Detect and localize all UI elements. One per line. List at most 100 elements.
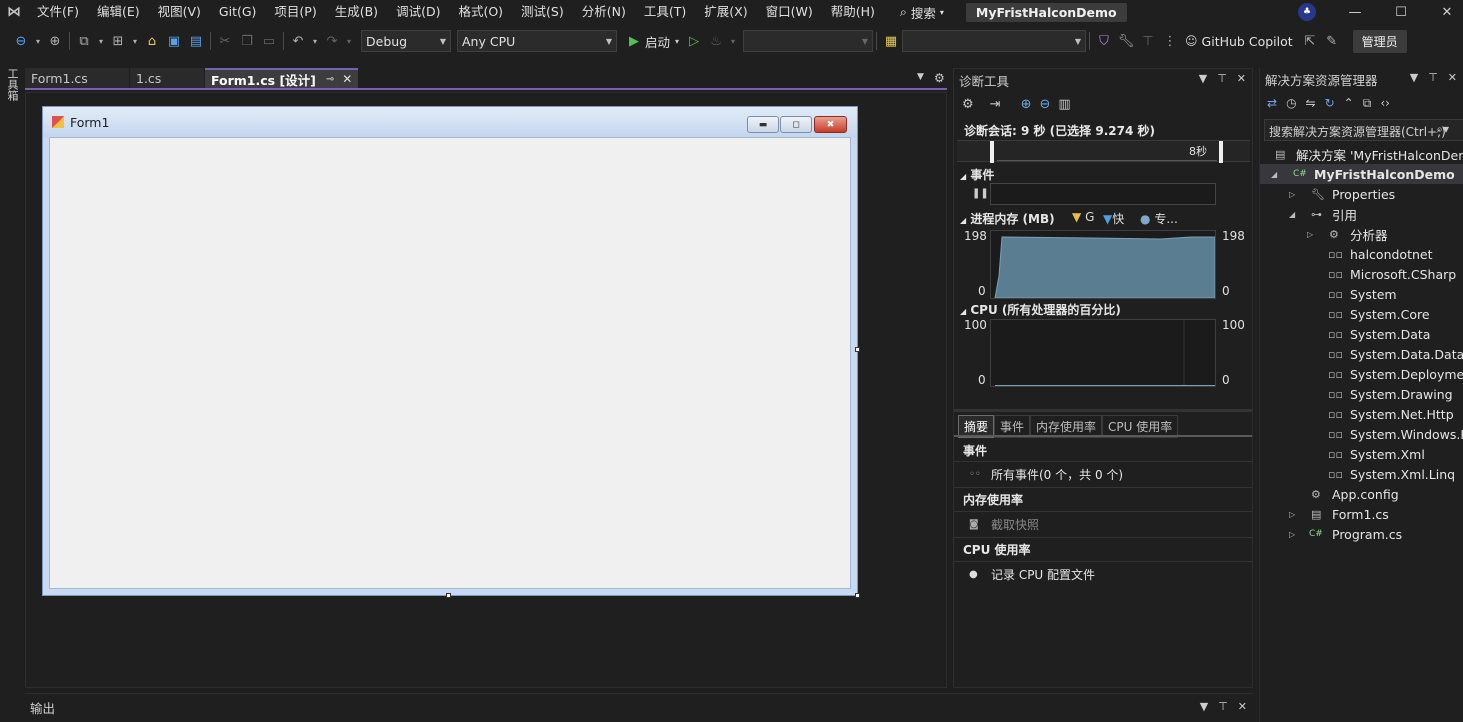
panel-dropdown-icon[interactable]: ▼ — [1199, 72, 1207, 85]
chart-settings-icon[interactable]: ▥ — [1058, 97, 1070, 112]
summary-events-item[interactable]: ◦◦ 所有事件(0 个，共 0 个) — [954, 461, 1252, 487]
chevron-down-icon[interactable]: ▾ — [727, 30, 739, 52]
view-code-icon[interactable]: ‹› — [1380, 96, 1390, 111]
panel-dropdown-icon[interactable]: ▼ — [1410, 71, 1418, 84]
pin-icon[interactable]: ⊤ — [1218, 700, 1228, 713]
timeline-end-handle[interactable] — [1219, 141, 1223, 163]
take-snapshot-item[interactable]: ◙ 截取快照 — [954, 511, 1252, 537]
close-window-button[interactable]: ✕ — [1427, 0, 1463, 24]
paste-icon[interactable]: ▭ — [258, 30, 280, 52]
start-without-debugging-icon[interactable]: ▷ — [683, 30, 705, 52]
feedback-icon[interactable]: ✎ — [1321, 30, 1343, 52]
tree-form1-node[interactable]: ▷ ▤ Form1.cs — [1260, 504, 1463, 524]
tree-analyzers-node[interactable]: ▷ ⚙ 分析器 — [1260, 224, 1463, 244]
pin-icon[interactable]: ⊤ — [1428, 71, 1438, 84]
startup-item-select[interactable]: ▼ — [902, 30, 1087, 52]
pin-icon[interactable]: ⊤ — [1217, 72, 1227, 85]
refresh-icon[interactable]: ↻ — [1325, 96, 1335, 111]
menu-help[interactable]: 帮助(H) — [822, 1, 884, 23]
form-designer-window[interactable]: Form1 ▬ ◻ ✖ — [42, 106, 858, 596]
tab-form1-designer[interactable]: Form1.cs [设计] ⊸ ✕ — [205, 68, 359, 88]
tree-reference-item[interactable]: ▫▫ System.Data.DataSetExtensions — [1260, 344, 1463, 364]
close-icon[interactable]: ✕ — [1238, 700, 1247, 713]
collapsed-icon[interactable]: ▷ — [1289, 190, 1295, 199]
collapsed-icon[interactable]: ▷ — [1307, 230, 1313, 239]
pin-icon[interactable]: ⊸ — [326, 74, 334, 85]
toolbar-overflow-icon[interactable]: ⋮ — [1159, 30, 1181, 52]
sync-icon[interactable]: ⇋ — [1306, 96, 1316, 111]
hot-reload-icon[interactable]: ♨ — [705, 30, 727, 52]
session-timeline[interactable]: 8秒 — [957, 140, 1250, 163]
diagnostics-icon[interactable]: ⛉ — [1093, 30, 1115, 52]
chevron-down-icon[interactable]: ▾ — [95, 30, 107, 52]
cut-icon[interactable]: ✂ — [214, 30, 236, 52]
toolbox-tab[interactable]: 工具箱 — [4, 68, 20, 101]
cpu-section-title[interactable]: ◢ CPU (所有处理器的百分比) — [960, 301, 1121, 318]
timeline-start-handle[interactable] — [990, 141, 994, 163]
events-section-title[interactable]: ◢ 事件 — [960, 166, 994, 183]
resize-handle-corner[interactable] — [855, 593, 860, 598]
resize-handle-right[interactable] — [855, 347, 860, 352]
menu-git[interactable]: Git(G) — [210, 1, 266, 23]
tree-reference-item[interactable]: ▫▫ System.Drawing — [1260, 384, 1463, 404]
solution-configuration-select[interactable]: Debug ▼ — [361, 30, 451, 52]
breakpoint-icon[interactable]: ⊤ — [1137, 30, 1159, 52]
minimize-window-button[interactable]: — — [1335, 0, 1375, 24]
switch-views-icon[interactable]: ⇄ — [1267, 96, 1277, 111]
tab-form1-cs[interactable]: Form1.cs — [25, 68, 129, 88]
save-icon[interactable]: ▣ — [163, 30, 185, 52]
copy-icon[interactable]: ❐ — [236, 30, 258, 52]
chevron-down-icon[interactable]: ▾ — [343, 30, 355, 52]
zoom-out-icon[interactable]: ⊖ — [1039, 97, 1050, 112]
tab-list-dropdown-icon[interactable]: ▼ — [917, 72, 924, 82]
tree-reference-item[interactable]: ▫▫ halcondotnet — [1260, 244, 1463, 264]
form-title-bar[interactable]: Form1 — [43, 107, 857, 137]
tree-reference-item[interactable]: ▫▫ System.Deployment — [1260, 364, 1463, 384]
collapsed-icon[interactable]: ▷ — [1289, 530, 1295, 539]
navigate-forward-icon[interactable]: ⊕ — [44, 30, 66, 52]
tree-reference-item[interactable]: ▫▫ System.Data — [1260, 324, 1463, 344]
menu-project[interactable]: 项目(P) — [265, 1, 325, 23]
menu-format[interactable]: 格式(O) — [449, 1, 512, 23]
menu-test[interactable]: 测试(S) — [512, 1, 573, 23]
solution-search-input[interactable]: 搜索解决方案资源管理器(Ctrl+;) ⌕▾ — [1264, 119, 1463, 141]
expanded-icon[interactable]: ◢ — [1271, 170, 1277, 179]
show-all-files-icon[interactable]: ⧉ — [1363, 96, 1372, 111]
menu-edit[interactable]: 编辑(E) — [88, 1, 149, 23]
splitter[interactable] — [954, 409, 1252, 412]
user-avatar[interactable]: ♣ — [1298, 3, 1316, 21]
open-file-icon[interactable]: ⌂ — [141, 30, 163, 52]
chevron-down-icon[interactable]: ▾ — [309, 30, 321, 52]
share-icon[interactable]: ⇱ — [1299, 30, 1321, 52]
undo-icon[interactable]: ↶ — [287, 30, 309, 52]
tree-properties-node[interactable]: ▷ 🔧︎ Properties — [1260, 184, 1463, 204]
menu-tools[interactable]: 工具(T) — [635, 1, 695, 23]
redo-icon[interactable]: ↷ — [321, 30, 343, 52]
resize-handle-bottom[interactable] — [446, 593, 451, 598]
menu-build[interactable]: 生成(B) — [326, 1, 387, 23]
global-search-button[interactable]: ⌕ 搜索 ▾ — [892, 3, 952, 22]
github-copilot-button[interactable]: ☺ GitHub Copilot — [1185, 34, 1293, 49]
menu-window[interactable]: 窗口(W) — [757, 1, 822, 23]
menu-analyze[interactable]: 分析(N) — [573, 1, 635, 23]
collapse-all-icon[interactable]: ⌃ — [1344, 96, 1354, 111]
tree-reference-item[interactable]: ▫▫ System — [1260, 284, 1463, 304]
gear-icon[interactable]: ⚙ — [934, 71, 945, 85]
menu-view[interactable]: 视图(V) — [149, 1, 210, 23]
add-item-icon[interactable]: ⊞ — [107, 30, 129, 52]
tree-reference-item[interactable]: ▫▫ System.Xml — [1260, 444, 1463, 464]
chevron-down-icon[interactable]: ▾ — [32, 30, 44, 52]
wrench-icon[interactable]: 🔧︎ — [1115, 30, 1137, 52]
pending-changes-icon[interactable]: ◷ — [1286, 96, 1296, 111]
panel-dropdown-icon[interactable]: ▼ — [1200, 700, 1208, 713]
tree-reference-item[interactable]: ▫▫ System.Core — [1260, 304, 1463, 324]
navigate-back-icon[interactable]: ⊖ — [10, 30, 32, 52]
solution-folder-icon[interactable]: ▦ — [880, 30, 902, 52]
tree-reference-item[interactable]: ▫▫ System.Net.Http — [1260, 404, 1463, 424]
debug-target-select[interactable]: ▼ — [743, 30, 874, 52]
save-all-icon[interactable]: ▤ — [185, 30, 207, 52]
tree-reference-item[interactable]: ▫▫ Microsoft.CSharp — [1260, 264, 1463, 284]
form-minimize-button[interactable]: ▬ — [747, 116, 779, 133]
memory-section-title[interactable]: ◢ 进程内存 (MB) — [960, 210, 1055, 227]
solution-platform-select[interactable]: Any CPU ▼ — [457, 30, 617, 52]
